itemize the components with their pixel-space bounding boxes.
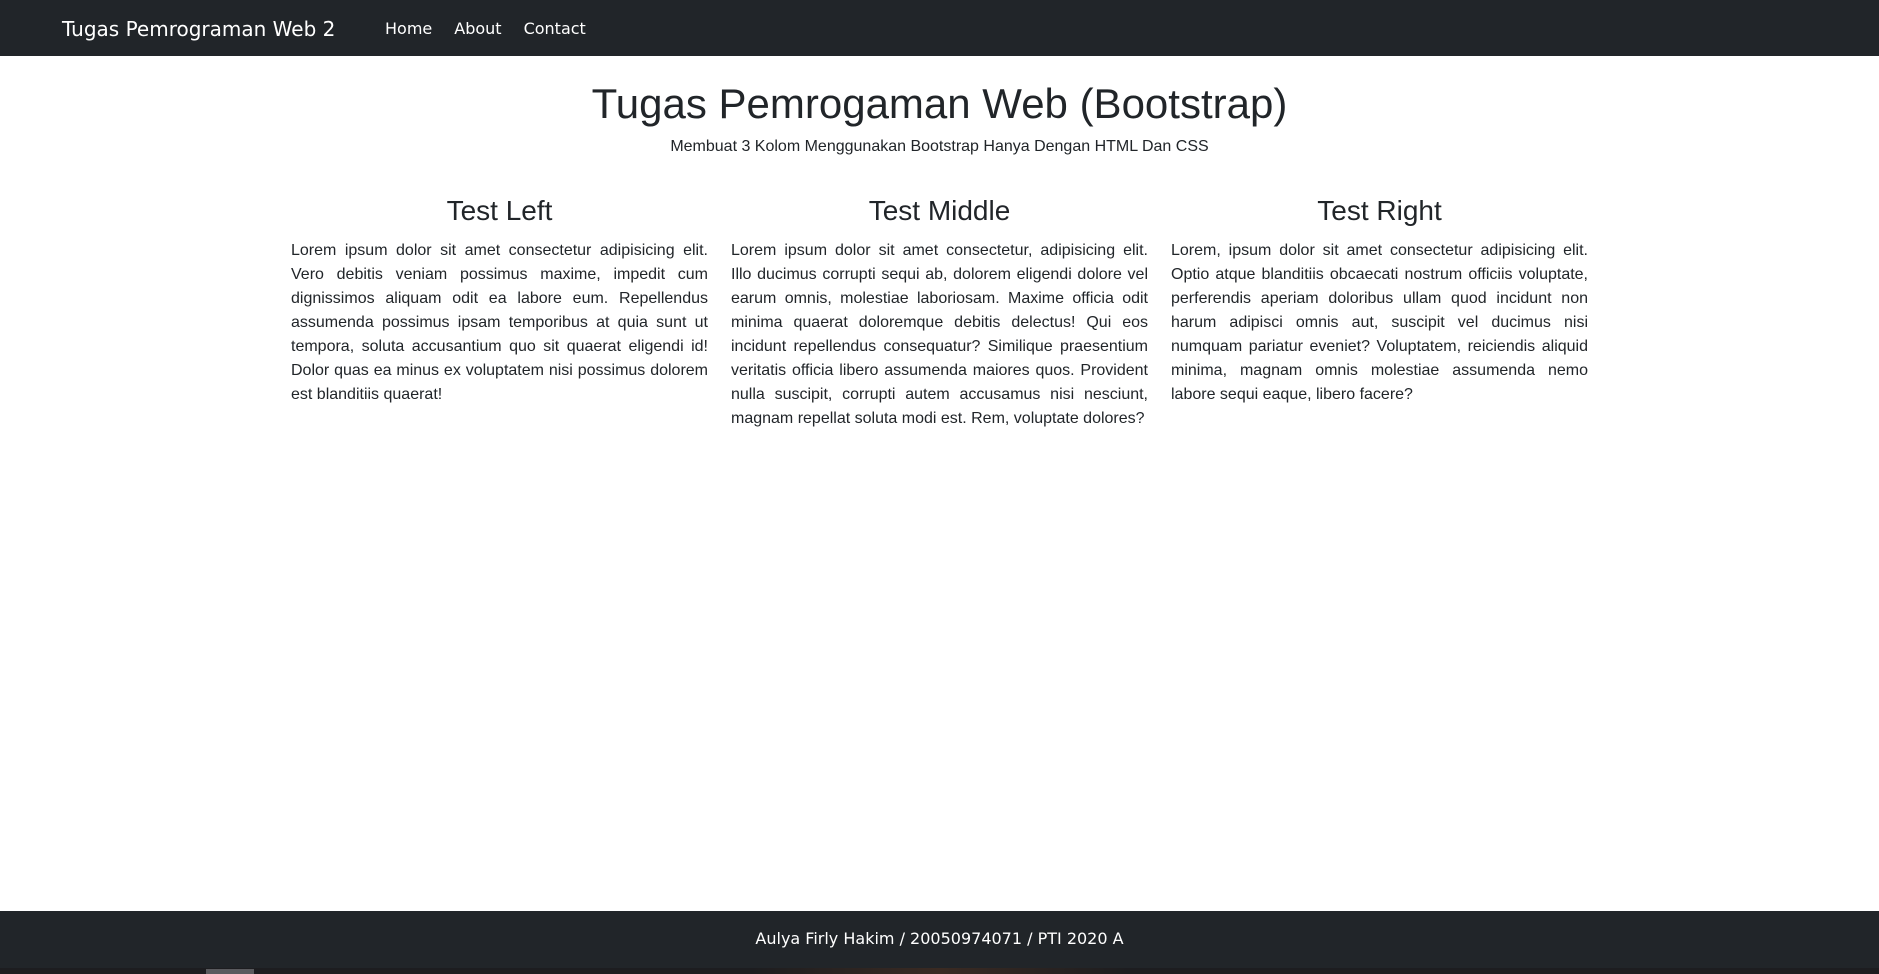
navbar-brand[interactable]: Tugas Pemrograman Web 2: [62, 16, 335, 42]
page: Tugas Pemrograman Web 2 Home About Conta…: [0, 0, 1879, 974]
page-header: Tugas Pemrogaman Web (Bootstrap) Membuat…: [0, 78, 1879, 158]
page-subtitle: Membuat 3 Kolom Menggunakan Bootstrap Ha…: [670, 138, 1209, 155]
bottom-strip: [0, 968, 1879, 974]
columns-row: Test Left Lorem ipsum dolor sit amet con…: [291, 193, 1588, 431]
footer-text: Aulya Firly Hakim / 20050974071 / PTI 20…: [755, 929, 1124, 948]
navbar: Tugas Pemrograman Web 2 Home About Conta…: [0, 0, 1879, 56]
nav-links: Home About Contact: [385, 18, 608, 40]
column-left-text: Lorem ipsum dolor sit amet consectetur a…: [291, 242, 708, 403]
nav-link-contact[interactable]: Contact: [524, 18, 586, 40]
footer: Aulya Firly Hakim / 20050974071 / PTI 20…: [0, 911, 1879, 974]
nav-link-about[interactable]: About: [454, 18, 501, 40]
column-left: Test Left Lorem ipsum dolor sit amet con…: [291, 193, 708, 431]
column-middle-heading: Test Middle: [868, 195, 1011, 226]
nav-link-home[interactable]: Home: [385, 18, 432, 40]
page-title: Tugas Pemrogaman Web (Bootstrap): [591, 80, 1288, 127]
column-right-text: Lorem, ipsum dolor sit amet consectetur …: [1171, 242, 1588, 403]
horizontal-scrollbar-thumb[interactable]: [206, 969, 254, 974]
column-right: Test Right Lorem, ipsum dolor sit amet c…: [1171, 193, 1588, 431]
column-left-heading: Test Left: [446, 195, 553, 226]
column-middle: Test Middle Lorem ipsum dolor sit amet c…: [731, 193, 1148, 431]
column-middle-text: Lorem ipsum dolor sit amet consectetur, …: [731, 242, 1148, 427]
column-right-heading: Test Right: [1317, 195, 1442, 226]
